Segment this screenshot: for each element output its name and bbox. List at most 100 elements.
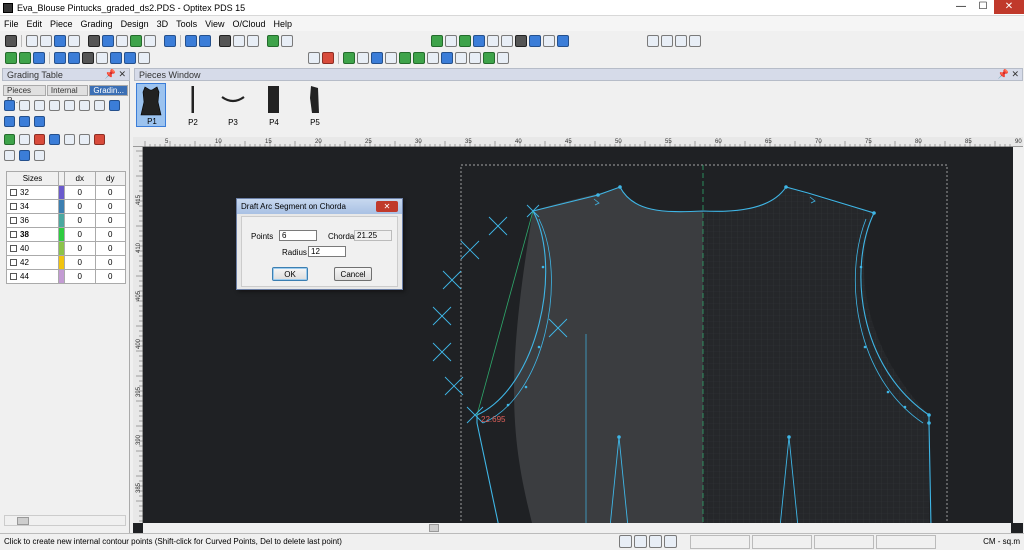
grade-edit-icon[interactable] [34, 134, 45, 145]
grade-rule-icon[interactable] [4, 100, 15, 111]
print-piece-icon[interactable] [497, 51, 509, 64]
menu-file[interactable]: File [0, 19, 23, 29]
size-row[interactable]: 34 0 0 [6, 199, 126, 214]
layout-icon[interactable] [371, 51, 383, 64]
dy-cell[interactable]: 0 [94, 241, 126, 256]
grade-house-icon[interactable] [49, 134, 60, 145]
piece-thumb-p2[interactable]: P2 [178, 83, 208, 127]
triangle-icon[interactable] [441, 51, 453, 64]
redo-icon[interactable] [199, 34, 211, 47]
chart-icon[interactable] [689, 34, 701, 47]
dx-cell[interactable]: 0 [64, 213, 96, 228]
grade-break-icon[interactable] [94, 134, 105, 145]
size-checkbox[interactable] [10, 189, 17, 197]
grade-link-icon[interactable] [19, 134, 30, 145]
find-icon[interactable] [144, 34, 156, 47]
tab-pieces[interactable]: Pieces P... [3, 85, 46, 105]
export-icon[interactable] [116, 34, 128, 47]
plot-icon[interactable] [102, 34, 114, 47]
print-icon[interactable] [88, 34, 100, 47]
dx-cell[interactable]: 0 [64, 241, 96, 256]
nest-icon[interactable] [94, 100, 105, 111]
delete-icon[interactable] [308, 51, 320, 64]
tab-grading[interactable]: Gradin... [89, 85, 128, 96]
text-icon[interactable] [82, 51, 94, 64]
close-button[interactable]: ✕ [994, 0, 1024, 14]
menu-3d[interactable]: 3D [153, 19, 173, 29]
menu-grading[interactable]: Grading [77, 19, 117, 29]
grade-icon[interactable] [483, 51, 495, 64]
arrow-icon[interactable] [54, 51, 66, 64]
globe-icon[interactable] [557, 34, 569, 47]
grade-down-icon[interactable] [19, 116, 30, 127]
dialog-close-button[interactable]: ✕ [376, 201, 398, 212]
shapes-icon[interactable] [124, 51, 136, 64]
pleat-icon[interactable] [413, 51, 425, 64]
menu-help[interactable]: Help [270, 19, 297, 29]
copy-grade-icon[interactable] [19, 100, 30, 111]
grade-x-icon[interactable] [49, 100, 60, 111]
dy-cell[interactable]: 0 [94, 227, 126, 242]
size-row[interactable]: 44 0 0 [6, 269, 126, 284]
dy-cell[interactable]: 0 [94, 185, 126, 200]
copy-icon[interactable] [233, 34, 245, 47]
text-tool-icon[interactable] [647, 34, 659, 47]
add-notch-icon[interactable] [19, 51, 31, 64]
menu-ocloud[interactable]: O/Cloud [228, 19, 269, 29]
knife-icon[interactable] [515, 34, 527, 47]
size-row[interactable]: 42 0 0 [6, 255, 126, 270]
piece-thumb-p5[interactable]: P5 [300, 83, 330, 127]
paste-icon[interactable] [247, 34, 259, 47]
figure-icon[interactable] [322, 51, 334, 64]
menu-edit[interactable]: Edit [23, 19, 47, 29]
grade-view-icon[interactable] [109, 100, 120, 111]
radius-input[interactable]: 12 [308, 246, 346, 257]
dx-cell[interactable]: 0 [64, 255, 96, 270]
rotate-icon[interactable] [529, 34, 541, 47]
snap-grid-icon[interactable] [634, 535, 647, 548]
size-row[interactable]: 38 0 0 [6, 227, 126, 242]
dx-cell[interactable]: 0 [64, 269, 96, 284]
seam-icon[interactable] [110, 51, 122, 64]
menu-tools[interactable]: Tools [172, 19, 201, 29]
menu-design[interactable]: Design [117, 19, 153, 29]
piece-icon[interactable] [33, 51, 45, 64]
snap-point-icon[interactable] [649, 535, 662, 548]
ruler-tool-icon[interactable] [431, 34, 443, 47]
save-icon[interactable] [54, 34, 66, 47]
join-icon[interactable] [469, 51, 481, 64]
undo-icon[interactable] [185, 34, 197, 47]
excel-icon[interactable] [130, 34, 142, 47]
target-icon[interactable] [68, 51, 80, 64]
zoom-icon[interactable] [164, 34, 176, 47]
point-icon[interactable] [473, 34, 485, 47]
open-folder-icon[interactable] [40, 34, 52, 47]
grade-up-icon[interactable] [4, 116, 15, 127]
size-row[interactable]: 36 0 0 [6, 213, 126, 228]
dx-cell[interactable]: 0 [64, 227, 96, 242]
size-checkbox[interactable] [10, 203, 17, 211]
snap-off-icon[interactable] [664, 535, 677, 548]
menu-view[interactable]: View [201, 19, 228, 29]
paste-grade-icon[interactable] [34, 100, 45, 111]
new-file-icon[interactable] [26, 34, 38, 47]
snap-node-icon[interactable] [619, 535, 632, 548]
grade-xy-icon[interactable] [79, 100, 90, 111]
grade-dist-icon[interactable] [64, 134, 75, 145]
size-row[interactable]: 32 0 0 [6, 185, 126, 200]
grade-list-icon[interactable] [34, 150, 45, 161]
pieces-pin-icon[interactable]: 📌 ✕ [998, 69, 1019, 80]
panel-pin-icon[interactable]: 📌 ✕ [105, 69, 126, 80]
table-icon[interactable] [675, 34, 687, 47]
grade-check-icon[interactable] [4, 150, 15, 161]
cut-icon[interactable] [219, 34, 231, 47]
grade-point-icon[interactable] [4, 134, 15, 145]
grade-table-icon[interactable] [34, 116, 45, 127]
dy-cell[interactable]: 0 [94, 269, 126, 284]
canvas-h-scrollbar[interactable] [143, 523, 1011, 533]
dy-cell[interactable]: 0 [94, 255, 126, 270]
select-tool-icon[interactable] [5, 34, 17, 47]
move-icon[interactable] [343, 51, 355, 64]
cancel-button[interactable]: Cancel [334, 267, 372, 281]
mirror-icon[interactable] [501, 34, 513, 47]
